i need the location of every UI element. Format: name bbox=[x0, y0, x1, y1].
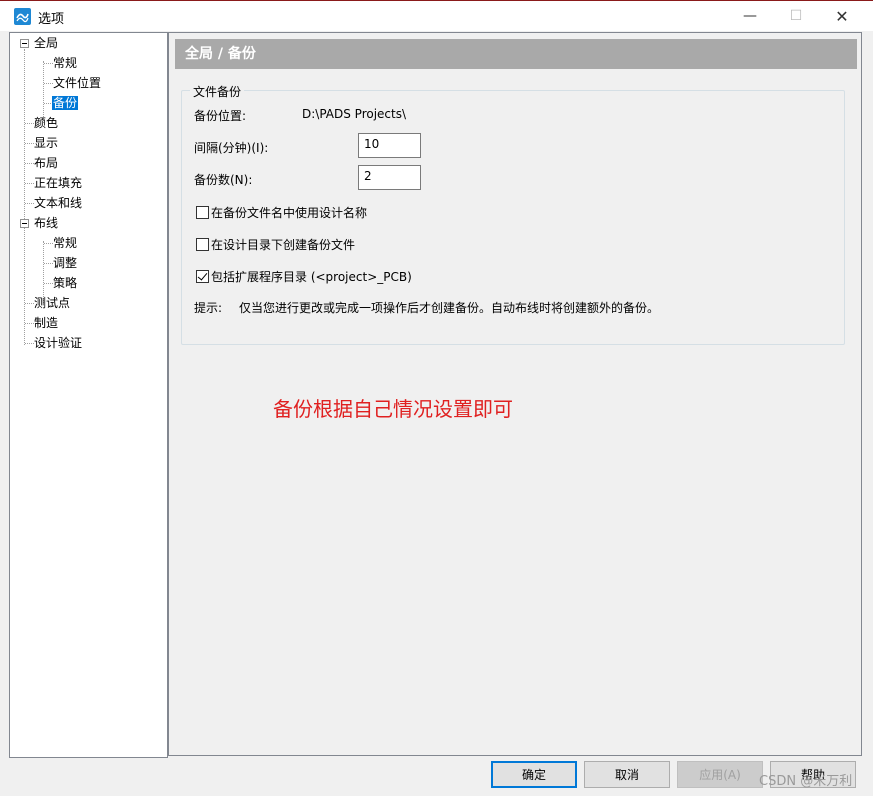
tree-item-label: 文本和线 bbox=[34, 196, 83, 210]
tree-connector bbox=[44, 243, 53, 244]
tree-item-file-locations[interactable]: 文件位置 bbox=[53, 74, 101, 92]
tree-item-label: 布局 bbox=[34, 156, 59, 170]
tree-item-design-verification[interactable]: 设计验证 bbox=[34, 334, 82, 352]
tree-item-test-points[interactable]: 测试点 bbox=[34, 294, 70, 312]
backup-count-input[interactable]: 2 bbox=[358, 165, 421, 190]
tree-connector bbox=[44, 283, 53, 284]
tree-item-layout[interactable]: 布局 bbox=[34, 154, 58, 172]
tree-item-routing-adjust[interactable]: 调整 bbox=[53, 254, 77, 272]
tree-item-general[interactable]: 常规 bbox=[53, 54, 77, 72]
tree-item-label: 设计验证 bbox=[34, 336, 83, 350]
tree-connector bbox=[25, 123, 34, 124]
tree-item-label: 正在填充 bbox=[34, 176, 83, 190]
tree-item-label: 布线 bbox=[34, 216, 59, 230]
backup-location-value: D:\PADS Projects\ bbox=[302, 107, 407, 121]
window-title: 选项 bbox=[38, 12, 65, 27]
tree-connector bbox=[25, 343, 34, 344]
tree-item-label: 常规 bbox=[53, 56, 78, 70]
backup-count-label: 备份数(N): bbox=[194, 173, 253, 187]
tree-item-label: 策略 bbox=[53, 276, 78, 290]
collapse-icon[interactable] bbox=[20, 39, 29, 48]
tree-item-colors[interactable]: 颜色 bbox=[34, 114, 58, 132]
tree-item-routing-strategy[interactable]: 策略 bbox=[53, 274, 77, 292]
tree-item-label: 备份 bbox=[52, 96, 79, 110]
tree-connector bbox=[44, 83, 53, 84]
tree-connector bbox=[25, 303, 34, 304]
group-title: 文件备份 bbox=[190, 83, 245, 100]
tree-connector bbox=[25, 163, 34, 164]
backup-in-design-dir-label[interactable]: 在设计目录下创建备份文件 bbox=[211, 236, 355, 253]
watermark: CSDN @米万利 bbox=[759, 774, 853, 789]
interval-input[interactable]: 10 bbox=[358, 133, 421, 158]
use-design-name-label[interactable]: 在备份文件名中使用设计名称 bbox=[211, 204, 367, 221]
tree-connector bbox=[25, 143, 34, 144]
use-design-name-checkbox[interactable] bbox=[196, 206, 209, 219]
tree-item-pour[interactable]: 正在填充 bbox=[34, 174, 82, 192]
hint-label: 提示: bbox=[194, 301, 223, 315]
minimize-button[interactable]: — bbox=[727, 1, 773, 31]
tree-item-routing-general[interactable]: 常规 bbox=[53, 234, 77, 252]
cancel-button[interactable]: 取消 bbox=[584, 761, 670, 788]
tree-item-routing[interactable]: 布线 bbox=[34, 214, 58, 232]
collapse-icon[interactable] bbox=[20, 219, 29, 228]
tree-item-backup[interactable]: 备份 bbox=[52, 94, 79, 112]
tree-item-label: 文件位置 bbox=[53, 76, 102, 90]
interval-label: 间隔(分钟)(I): bbox=[194, 141, 269, 155]
tree-item-label: 颜色 bbox=[34, 116, 59, 130]
backup-location-label: 备份位置: bbox=[194, 109, 247, 123]
maximize-button[interactable]: ☐ bbox=[773, 1, 819, 31]
tree-item-label: 制造 bbox=[34, 316, 59, 330]
tree-connector bbox=[44, 63, 53, 64]
annotation-text: 备份根据自己情况设置即可 bbox=[273, 397, 513, 421]
file-backup-group: 文件备份 备份位置: D:\PADS Projects\ 间隔(分钟)(I): … bbox=[181, 83, 845, 345]
page-title: 全局 / 备份 bbox=[175, 39, 857, 69]
backup-in-design-dir-checkbox[interactable] bbox=[196, 238, 209, 251]
tree-connector bbox=[25, 183, 34, 184]
close-button[interactable]: ✕ bbox=[819, 1, 865, 31]
tree-item-global[interactable]: 全局 bbox=[34, 34, 58, 52]
tree-connector bbox=[44, 263, 53, 264]
tree-item-display[interactable]: 显示 bbox=[34, 134, 58, 152]
title-bar: 选项 — ☐ ✕ bbox=[0, 0, 873, 31]
tree-item-label: 显示 bbox=[34, 136, 59, 150]
options-tree[interactable]: 全局 常规 文件位置 备份 颜色 显示 布局 正在填充 文本和线 布线 常规 调… bbox=[9, 32, 168, 758]
tree-item-text-lines[interactable]: 文本和线 bbox=[34, 194, 82, 212]
apply-button[interactable]: 应用(A) bbox=[677, 761, 763, 788]
options-page: 全局 / 备份 文件备份 备份位置: D:\PADS Projects\ 间隔(… bbox=[168, 32, 862, 756]
tree-connector bbox=[25, 203, 34, 204]
app-icon bbox=[14, 8, 31, 25]
tree-connector bbox=[24, 49, 25, 345]
tree-connector bbox=[25, 323, 34, 324]
ok-button[interactable]: 确定 bbox=[491, 761, 577, 788]
tree-item-label: 全局 bbox=[34, 36, 59, 50]
hint-text: 仅当您进行更改或完成一项操作后才创建备份。自动布线时将创建额外的备份。 bbox=[239, 301, 660, 315]
tree-item-label: 调整 bbox=[53, 256, 78, 270]
tree-item-manufacturing[interactable]: 制造 bbox=[34, 314, 58, 332]
include-extension-dir-checkbox[interactable] bbox=[196, 270, 209, 283]
tree-item-label: 常规 bbox=[53, 236, 78, 250]
tree-item-label: 测试点 bbox=[34, 296, 71, 310]
include-extension-dir-label[interactable]: 包括扩展程序目录 (<project>_PCB) bbox=[211, 268, 412, 285]
